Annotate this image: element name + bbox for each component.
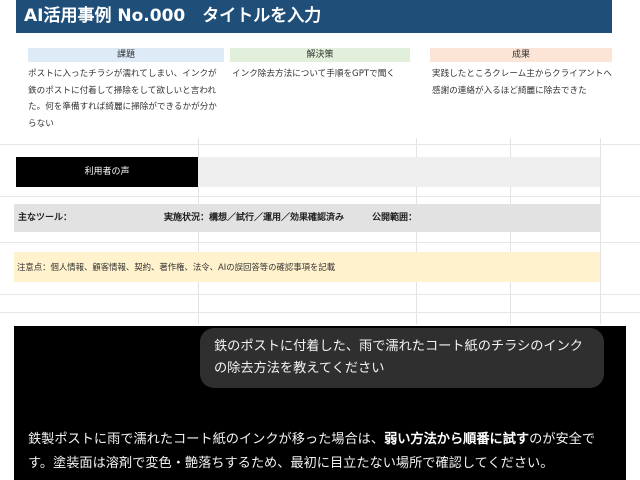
tools-label[interactable]: 主なツール： [18,204,72,232]
header-result[interactable]: 成果 [430,48,612,62]
user-message-bubble: 鉄のポストに付着した、雨で濡れたコート紙のチラシのインクの除去方法を教えてくださ… [200,328,604,388]
grid-line [0,196,640,197]
header-solution[interactable]: 解決策 [230,48,410,62]
grid-line [0,242,640,243]
assistant-answer: 鉄製ポストに雨で濡れたコート紙のインクが移った場合は、弱い方法から順番に試すのが… [28,428,618,476]
answer-text-1: 鉄製ポストに雨で濡れたコート紙のインクが移った場合は、 [28,432,385,447]
grid-line [600,138,601,324]
user-voice-cell[interactable] [198,157,600,187]
issue-cell[interactable]: ポストに入ったチラシが濡れてしまい、インクが鉄のポストに付着して掃除をして欲しい… [28,66,220,132]
answer-emphasis: 弱い方法から順番に試す [384,432,530,447]
grid-line [0,294,640,295]
header-issue[interactable]: 課題 [28,48,224,62]
notes-cell[interactable]: 注意点：個人情報、顧客情報、契約、著作権、法令、AIの誤回答等の確認事項を記載 [14,252,600,282]
tools-row: 主なツール： 実施状況：構想／試行／運用／効果確認済み 公開範囲： [14,204,600,232]
grid-line [0,144,640,145]
result-cell[interactable]: 実践したところクレーム主からクライアントへ感謝の連絡が入るほど綺麗に除去できた [432,66,614,116]
scope-label[interactable]: 公開範囲： [372,204,417,232]
user-voice-label[interactable]: 利用者の声 [16,157,198,187]
status-label[interactable]: 実施状況：構想／試行／運用／効果確認済み [164,204,344,232]
solution-cell[interactable]: インク除去方法について手順をGPTで聞く [232,66,412,86]
grid-line [0,312,640,313]
sheet-title[interactable]: AI活用事例 No.000 タイトルを入力 [16,0,612,33]
